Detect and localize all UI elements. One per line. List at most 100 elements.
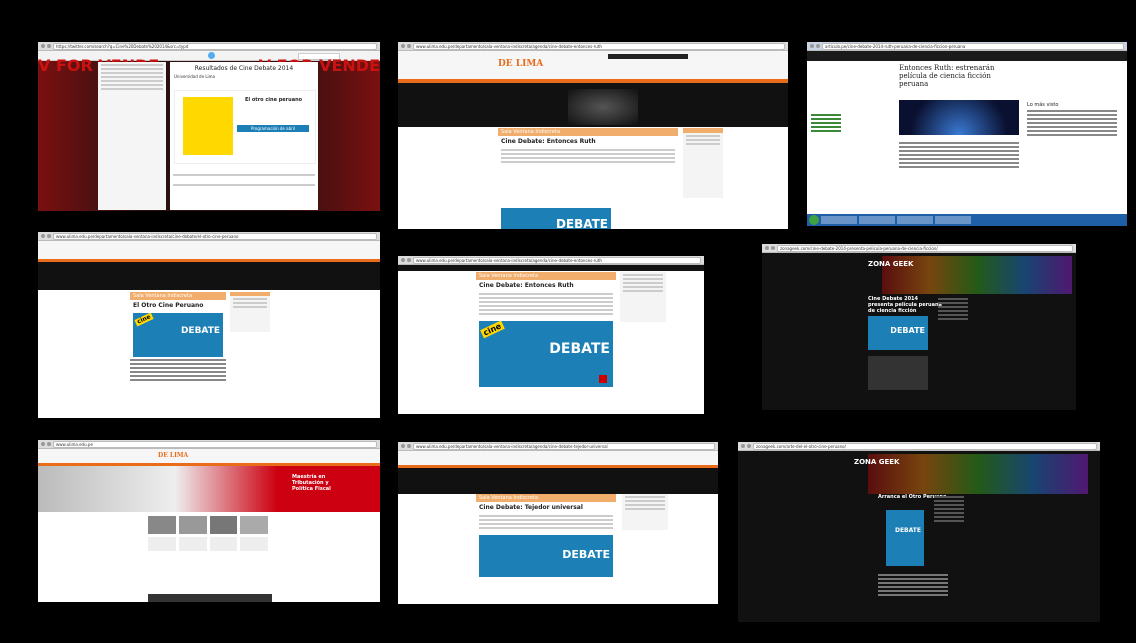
post-body [878,572,948,598]
results-title: Resultados de Cine Debate 2014 [194,65,294,72]
post-title: Cine Debate: Tejedor universal [479,504,583,511]
address-bar[interactable]: www.ulima.edu.pe/departamento/sala-venta… [413,442,715,450]
video-still[interactable] [868,356,928,390]
sidebar-links [934,494,964,524]
screenshot-ulima-otro-cine-peruano: www.ulima.edu.pe/departamento/sala-venta… [38,232,380,418]
sidebar [683,128,723,198]
twitter-results: Resultados de Cine Debate 2014 Universid… [170,62,318,210]
poster-image[interactable]: DEBATE [886,510,924,566]
hero-photo [398,83,788,127]
post-content: Sala Ventana Indiscreta El Otro Cine Per… [130,292,226,383]
zonageek-logo[interactable]: ZONA GEEK [854,458,899,466]
article-image [899,100,1019,135]
address-bar[interactable]: https://twitter.com/search?q=Cine%20Deba… [53,42,377,50]
sidebar-title: Lo más visto [1027,102,1059,108]
address-bar[interactable]: www.ulima.edu.pe/departamento/sala-venta… [413,256,701,264]
article-title: Entonces Ruth: estrenarán película de ci… [899,64,995,88]
poster-thumbnail [183,97,233,155]
address-bar[interactable]: articulo.pe/cine-debate-2014-ruth-peruan… [822,42,1124,50]
browser-toolbar: articulo.pe/cine-debate-2014-ruth-peruan… [807,42,1127,51]
tweet-poster[interactable]: El otro cine peruano Programación de abr… [174,90,316,164]
poster-image[interactable]: cine DEBATE [133,313,223,357]
poster-word: DEBATE [180,326,220,337]
poster-word: DEBATE [549,340,610,357]
ulima-header [38,241,380,259]
poster-word: DEBATE [562,547,610,561]
poster-word: DEBATE [555,217,608,229]
section-bar: Sala Ventana Indiscreta [130,292,226,300]
sidebar [620,272,666,322]
ulima-logo[interactable]: DE LIMA [498,59,543,69]
back-icon[interactable] [401,44,405,48]
forward-icon[interactable] [407,44,411,48]
poster-image[interactable]: DEBATE [479,535,613,577]
screenshot-zonageek-cine-debate: zonageek.com/cine-debate-2014-presenta-p… [762,244,1076,410]
back-icon[interactable] [41,44,45,48]
screenshot-ulima-entonces-ruth-detail: www.ulima.edu.pe/departamento/sala-venta… [398,256,704,414]
header-spectrum [868,454,1088,494]
screenshot-zonageek-otro-peruano: zonageek.com/arte-del-el-otro-cine-perua… [738,442,1100,622]
hero-photo [38,262,380,290]
browser-toolbar: zonageek.com/arte-del-el-otro-cine-perua… [738,442,1100,451]
ulima-header [398,451,718,465]
forward-icon[interactable] [47,44,51,48]
browser-toolbar: https://twitter.com/search?q=Cine%20Deba… [38,42,380,51]
hero-photo [398,265,704,271]
poster-tag: cine [480,321,505,339]
browser-toolbar: www.ulima.edu.pe/departamento/sala-venta… [38,232,380,241]
address-bar[interactable]: zonageek.com/arte-del-el-otro-cine-perua… [753,442,1097,450]
right-sidebar: Lo más visto [1027,102,1117,138]
poster-image[interactable]: DEBATE [868,316,928,350]
ulima-logo[interactable]: DE LIMA [158,452,188,459]
address-bar[interactable]: www.ulima.edu.pe [53,440,377,448]
start-button-icon[interactable] [809,215,819,225]
hero-text: Maestría en Tributación y Política Fisca… [292,474,331,492]
ulima-header: DE LIMA [398,51,788,79]
browser-toolbar: www.ulima.edu.pe/departamento/sala-venta… [398,42,788,51]
twitter-left-menu [98,62,166,210]
ulima-header: DE LIMA [38,449,380,463]
post-title: El Otro Cine Peruano [133,302,204,309]
site-topbar [807,51,1127,61]
poster-image[interactable]: cine DEBATE [479,321,613,387]
sidebar-links [938,296,968,322]
browser-toolbar: www.ulima.edu.pe/departamento/sala-venta… [398,442,718,451]
poster-word: DEBATE [890,326,925,336]
section-bar: Sala Ventana Indiscreta [476,272,616,280]
twitter-bird-icon [208,52,215,59]
post-title: Cine Debate 2014 presenta película perua… [868,296,942,314]
news-grid [148,516,268,551]
zonageek-logo[interactable]: ZONA GEEK [868,260,913,268]
screenshot-ulima-entonces-ruth: www.ulima.edu.pe/departamento/sala-venta… [398,42,788,229]
post-content: Sala Ventana Indiscreta Cine Debate: Ent… [498,128,678,229]
address-bar[interactable]: zonageek.com/cine-debate-2014-presenta-p… [777,244,1073,252]
screenshot-ulima-tejedor-universal: www.ulima.edu.pe/departamento/sala-venta… [398,442,718,604]
sidebar [622,494,668,530]
screenshot-twitter-search: https://twitter.com/search?q=Cine%20Deba… [38,42,380,211]
sidebar [230,292,270,332]
hero-banner[interactable]: Maestría en Tributación y Política Fisca… [38,466,380,512]
footer [148,594,272,602]
left-sidebar [811,112,841,134]
address-bar[interactable]: www.ulima.edu.pe/departamento/sala-venta… [53,232,377,240]
browser-toolbar: www.ulima.edu.pe/departamento/sala-venta… [398,256,704,265]
post-title: Cine Debate: Entonces Ruth [479,282,574,289]
address-bar[interactable]: www.ulima.edu.pe/departamento/sala-venta… [413,42,785,50]
article-body [899,140,1019,170]
windows-taskbar [807,214,1127,226]
screenshot-article-entonces-ruth: articulo.pe/cine-debate-2014-ruth-peruan… [807,42,1127,226]
screenshot-ulima-home: www.ulima.edu.pe DE LIMA Maestría en Tri… [38,440,380,602]
post-content: Sala Ventana Indiscreta Cine Debate: Tej… [476,494,616,583]
top-links[interactable] [608,54,688,59]
tweet-user[interactable]: Universidad de Lima [170,72,318,81]
section-bar: Sala Ventana Indiscreta [498,128,678,136]
browser-toolbar: www.ulima.edu.pe [38,440,380,449]
poster-word: DEBATE [894,526,921,534]
section-bar: Sala Ventana Indiscreta [476,494,616,502]
poster-image[interactable]: DEBATE [501,208,611,229]
hero-photo [398,468,718,494]
poster-subtitle: Programación de abril [237,125,309,132]
poster-title: El otro cine peruano [245,97,303,103]
browser-toolbar: zonageek.com/cine-debate-2014-presenta-p… [762,244,1076,253]
post-title: Cine Debate: Entonces Ruth [501,138,596,145]
